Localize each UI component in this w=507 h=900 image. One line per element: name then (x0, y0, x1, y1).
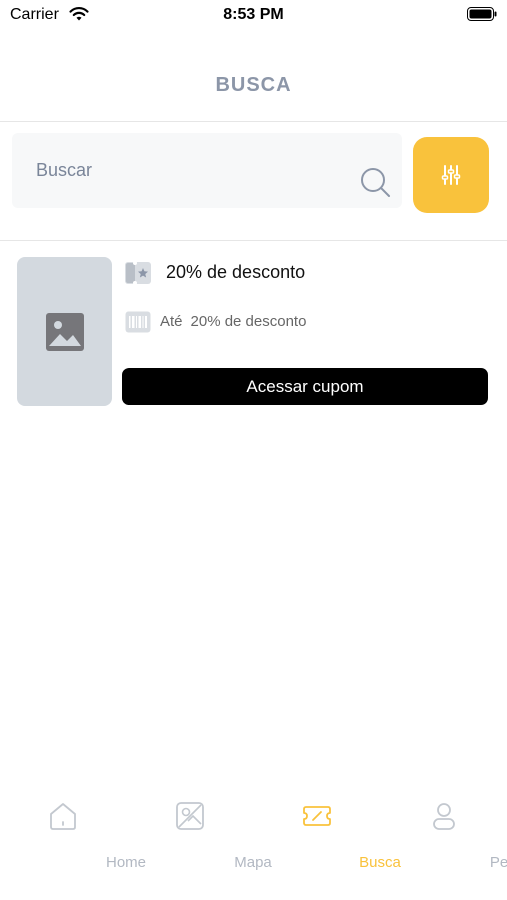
coupon-ticket-icon (125, 261, 151, 285)
coupon-description: Até 20% de desconto (160, 313, 314, 330)
map-icon (176, 802, 204, 830)
barcode-icon (125, 311, 151, 333)
coupon-description-prefix: Até (160, 313, 183, 330)
header: BUSCA (0, 30, 507, 122)
tab-profile-label: Perfil (489, 854, 507, 871)
home-icon (50, 803, 76, 830)
tab-bar: Home Mapa Busca Perfil (0, 790, 507, 900)
sliders-icon (441, 165, 461, 185)
battery-icon (467, 7, 497, 21)
coupon-image[interactable] (17, 257, 112, 406)
coupon-title: 20% de desconto (166, 262, 306, 282)
search-icon[interactable] (358, 165, 392, 199)
ticket-icon (303, 806, 331, 826)
search-input[interactable] (36, 155, 336, 185)
tab-search[interactable]: Busca (254, 790, 401, 890)
tab-profile[interactable]: Perfil (381, 790, 507, 890)
tab-map[interactable]: Mapa (127, 790, 272, 890)
coupon-description-value: 20% de desconto (190, 313, 307, 330)
image-placeholder-icon (45, 312, 84, 351)
status-bar: Carrier 8:53 PM (0, 0, 507, 30)
access-coupon-button[interactable]: Acessar cupom (122, 368, 488, 405)
filter-button[interactable] (413, 137, 489, 213)
page-title: BUSCA (215, 74, 292, 96)
divider (0, 240, 507, 241)
user-icon (433, 803, 455, 830)
clock: 8:53 PM (223, 6, 284, 23)
tab-home[interactable]: Home (0, 790, 146, 890)
search-box[interactable] (12, 133, 402, 208)
